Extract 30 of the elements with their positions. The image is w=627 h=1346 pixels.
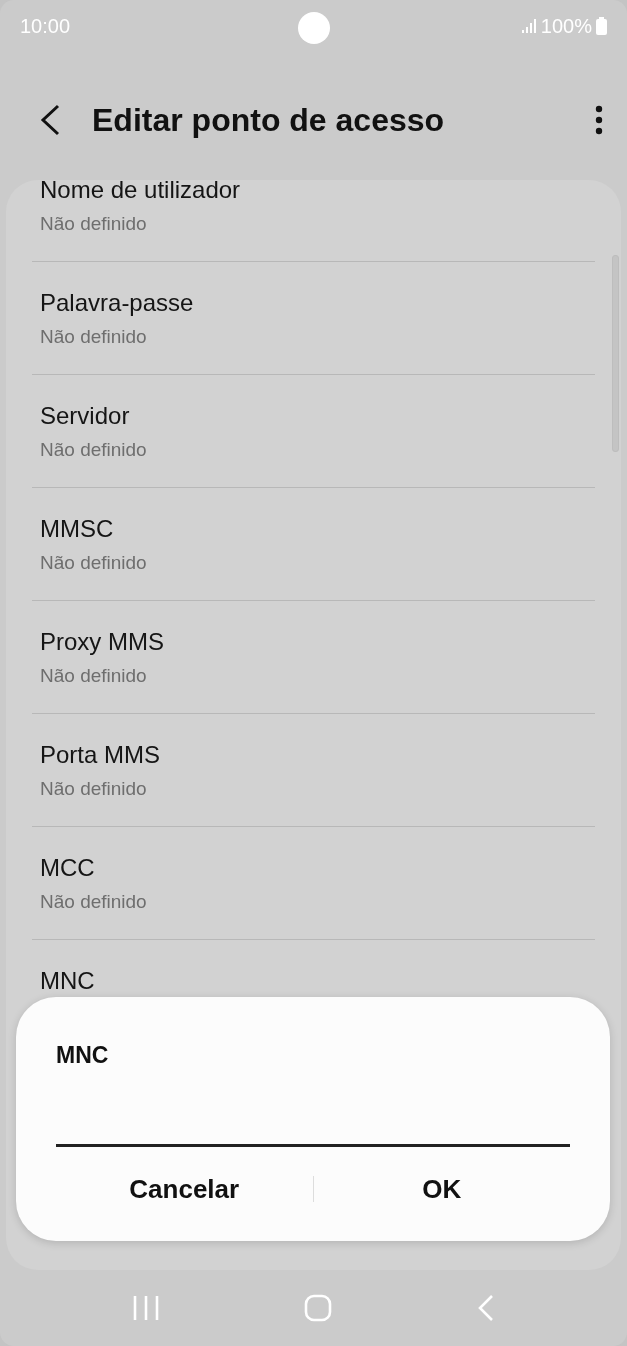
setting-value: Não definido <box>40 890 147 913</box>
back-button[interactable] <box>38 103 62 138</box>
settings-item[interactable]: MMSC Não definido <box>32 487 595 601</box>
settings-item[interactable]: Nome de utilizador Não definido <box>32 179 595 262</box>
settings-item[interactable]: MCC Não definido <box>32 826 595 940</box>
battery-icon <box>596 17 607 36</box>
screen-title: Editar ponto de acesso <box>92 101 446 139</box>
settings-item[interactable]: Proxy MMS Não definido <box>32 600 595 714</box>
setting-title: MNC <box>40 966 95 995</box>
cancel-button[interactable]: Cancelar <box>56 1163 313 1215</box>
setting-value: Não definido <box>40 438 147 461</box>
camera-cutout <box>298 12 330 44</box>
settings-item[interactable]: Porta MMS Não definido <box>32 713 595 827</box>
setting-title: Servidor <box>40 401 130 430</box>
setting-title: MMSC <box>40 514 114 543</box>
setting-value: Não definido <box>40 551 147 574</box>
setting-title: Nome de utilizador <box>40 179 241 204</box>
setting-value: Não definido <box>40 212 147 235</box>
signal-icon <box>520 18 537 35</box>
setting-title: Proxy MMS <box>40 627 164 656</box>
settings-item[interactable]: Palavra-passe Não definido <box>32 261 595 375</box>
setting-title: Palavra-passe <box>40 288 194 317</box>
setting-title: Porta MMS <box>40 740 161 769</box>
setting-value: Não definido <box>40 777 147 800</box>
setting-title: MCC <box>40 853 95 882</box>
settings-item[interactable]: Servidor Não definido <box>32 374 595 488</box>
setting-value: Não definido <box>40 325 147 348</box>
ok-button[interactable]: OK <box>313 1163 570 1215</box>
setting-value: Não definido <box>40 664 147 687</box>
more-options-button[interactable] <box>595 105 603 136</box>
